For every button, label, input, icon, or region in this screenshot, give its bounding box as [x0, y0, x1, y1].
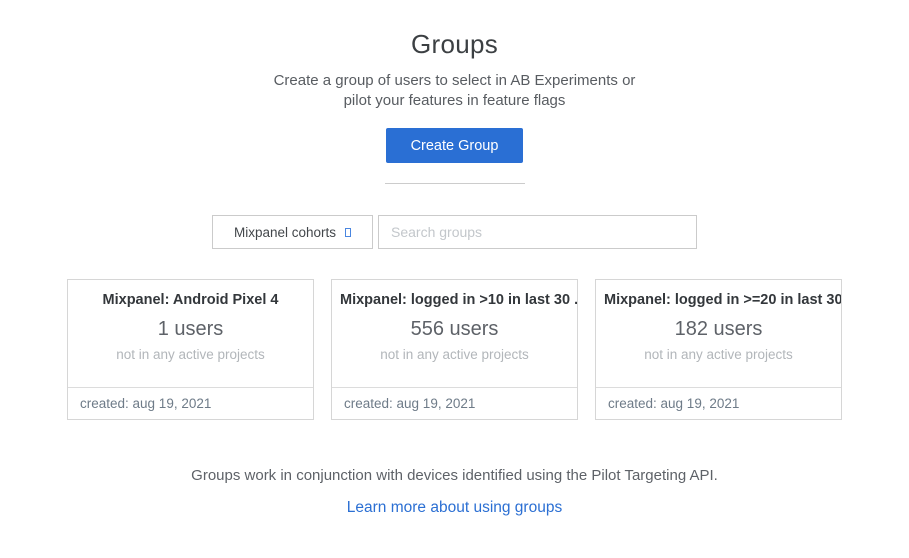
groups-info-text: Groups work in conjunction with devices …	[0, 467, 909, 484]
group-card-title: Mixpanel: logged in >=20 in last 30...	[596, 292, 841, 308]
subtitle-line-2: pilot your features in feature flags	[0, 91, 909, 111]
group-status-text: not in any active projects	[596, 347, 841, 362]
cohort-source-dropdown[interactable]: Mixpanel cohorts	[212, 215, 373, 249]
group-status-text: not in any active projects	[332, 347, 577, 362]
group-users-count: 556 users	[332, 318, 577, 341]
page-subtitle: Create a group of users to select in AB …	[0, 71, 909, 111]
group-card-title: Mixpanel: logged in >10 in last 30 ...	[332, 292, 577, 308]
group-created-footer: created: aug 19, 2021	[68, 387, 313, 419]
group-users-count: 1 users	[68, 318, 313, 341]
create-group-button-row: Create Group	[0, 128, 909, 163]
group-card-body: Mixpanel: logged in >10 in last 30 ... 5…	[332, 280, 577, 387]
cohort-source-dropdown-value: Mixpanel cohorts	[234, 225, 336, 240]
group-created-footer: created: aug 19, 2021	[332, 387, 577, 419]
group-status-text: not in any active projects	[68, 347, 313, 362]
group-card[interactable]: Mixpanel: Android Pixel 4 1 users not in…	[67, 279, 314, 420]
group-users-count: 182 users	[596, 318, 841, 341]
dropdown-glyph-icon	[345, 228, 351, 237]
search-groups-input[interactable]	[378, 215, 697, 249]
page-title: Groups	[0, 29, 909, 60]
group-card-body: Mixpanel: Android Pixel 4 1 users not in…	[68, 280, 313, 387]
subtitle-line-1: Create a group of users to select in AB …	[0, 71, 909, 91]
group-card-body: Mixpanel: logged in >=20 in last 30... 1…	[596, 280, 841, 387]
learn-more-link[interactable]: Learn more about using groups	[0, 499, 909, 517]
group-created-footer: created: aug 19, 2021	[596, 387, 841, 419]
filter-controls: Mixpanel cohorts	[0, 215, 909, 249]
group-cards-row: Mixpanel: Android Pixel 4 1 users not in…	[0, 279, 909, 420]
create-group-button[interactable]: Create Group	[386, 128, 523, 163]
group-card[interactable]: Mixpanel: logged in >10 in last 30 ... 5…	[331, 279, 578, 420]
group-card[interactable]: Mixpanel: logged in >=20 in last 30... 1…	[595, 279, 842, 420]
page-header: Groups Create a group of users to select…	[0, 0, 909, 111]
section-divider	[385, 183, 525, 184]
group-card-title: Mixpanel: Android Pixel 4	[68, 292, 313, 308]
